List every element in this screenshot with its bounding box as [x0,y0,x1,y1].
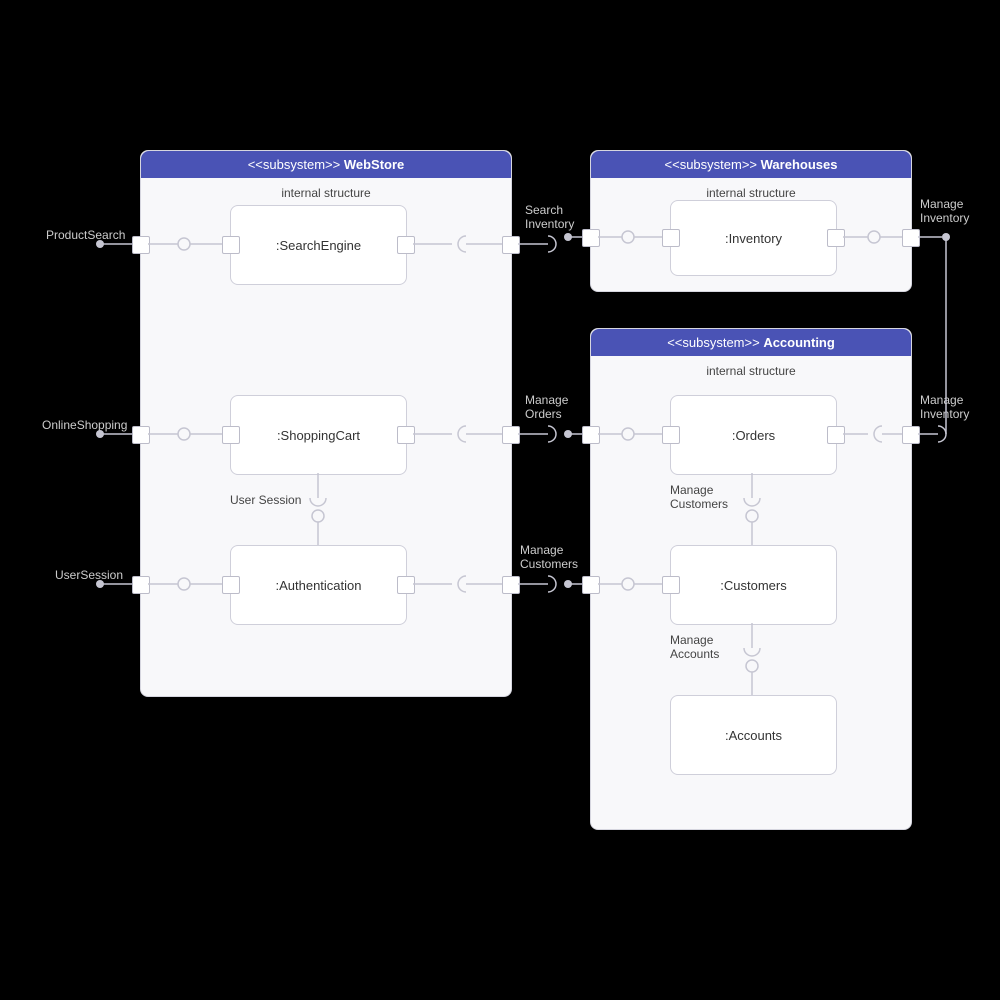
component-shopping-cart: :ShoppingCart [230,395,407,475]
port [132,426,150,444]
port [132,576,150,594]
label-manage-customers-inner: Manage Customers [670,483,728,511]
stereo: <<subsystem>> [665,157,758,172]
port [582,229,600,247]
component-inventory: :Inventory [670,200,837,276]
port [827,426,845,444]
port [827,229,845,247]
subsystem-webstore-header: <<subsystem>> WebStore [141,151,511,178]
port [502,426,520,444]
port [397,426,415,444]
label-product-search: ProductSearch [46,228,125,242]
name: Accounting [763,335,835,350]
internal-label: internal structure [591,186,911,200]
port [662,229,680,247]
label-manage-customers: Manage Customers [520,543,578,571]
port [902,426,920,444]
label-manage-inventory2: Manage Inventory [920,393,969,421]
port [222,576,240,594]
label-manage-orders: Manage Orders [525,393,568,421]
name: WebStore [344,157,404,172]
component-search-engine: :SearchEngine [230,205,407,285]
label-search-inventory: Search Inventory [525,203,574,231]
subsystem-warehouses-header: <<subsystem>> Warehouses [591,151,911,178]
port [132,236,150,254]
internal-label: internal structure [141,186,511,200]
label-user-session: UserSession [55,568,123,582]
port [222,426,240,444]
component-authentication: :Authentication [230,545,407,625]
port [397,576,415,594]
label-manage-accounts: Manage Accounts [670,633,719,661]
component-customers: :Customers [670,545,837,625]
component-orders: :Orders [670,395,837,475]
component-accounts: :Accounts [670,695,837,775]
port [502,236,520,254]
internal-label: internal structure [591,364,911,378]
stereo: <<subsystem>> [248,157,341,172]
label-manage-inventory: Manage Inventory [920,197,969,225]
subsystem-accounting-header: <<subsystem>> Accounting [591,329,911,356]
port [582,426,600,444]
stereo: <<subsystem>> [667,335,760,350]
port [397,236,415,254]
port [662,576,680,594]
port [222,236,240,254]
port [502,576,520,594]
name: Warehouses [761,157,838,172]
port [902,229,920,247]
label-user-session-inner: User Session [230,493,301,507]
label-online-shopping: OnlineShopping [42,418,127,432]
port [582,576,600,594]
port [662,426,680,444]
